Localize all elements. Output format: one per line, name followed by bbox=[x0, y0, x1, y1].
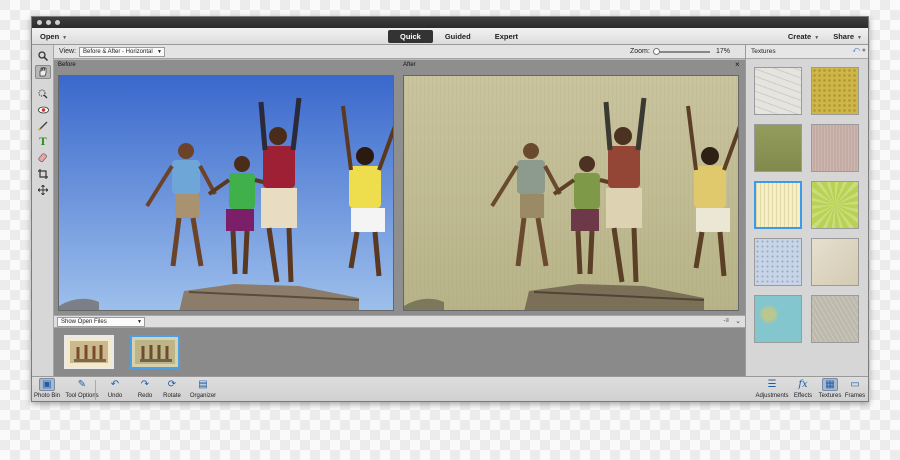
create-menu-label: Create bbox=[787, 32, 812, 41]
rotate-icon: ⟳ bbox=[167, 379, 177, 390]
zoom-value: 17% bbox=[716, 48, 731, 55]
texture-swatch-pink-grain[interactable] bbox=[811, 124, 859, 172]
panel-header: Textures ⤺ ● bbox=[746, 45, 868, 59]
panel-menu-icon[interactable]: -≡ bbox=[724, 318, 730, 324]
zoom-slider[interactable] bbox=[653, 48, 710, 55]
chevron-down-icon: ▼ bbox=[157, 49, 162, 55]
texture-swatch-cracked-white[interactable] bbox=[754, 67, 802, 115]
texture-swatch-beige-wash[interactable] bbox=[811, 238, 859, 286]
red-eye-icon[interactable] bbox=[35, 103, 51, 117]
title-bar bbox=[32, 17, 868, 28]
view-dropdown[interactable]: Before & After - Horizontal ▼ bbox=[79, 47, 165, 57]
chevron-down-icon: ▼ bbox=[814, 35, 820, 41]
textures-panel: Textures ⤺ ● bbox=[745, 45, 868, 376]
undo-icon: ↶ bbox=[110, 379, 120, 390]
photo-thumbnail[interactable] bbox=[130, 335, 180, 369]
taskbar-label: Photo Bin bbox=[34, 393, 61, 399]
menu-right: Create ▼ Share ▼ bbox=[788, 32, 862, 41]
share-menu[interactable]: Share ▼ bbox=[833, 32, 862, 41]
photo-bin-dropdown-value: Show Open Files bbox=[61, 319, 107, 325]
chevron-down-icon: ▼ bbox=[137, 319, 142, 325]
type-tool-icon[interactable]: T bbox=[35, 135, 51, 149]
whiten-teeth-icon[interactable] bbox=[35, 119, 51, 133]
app-window: Open ▼ Quick Guided Expert Create ▼ Share ▼… bbox=[31, 16, 869, 402]
texture-swatch-aqua-grunge[interactable] bbox=[754, 295, 802, 343]
frames-button[interactable]: ▭ Frames bbox=[844, 378, 866, 401]
chevron-down-icon[interactable]: ⌄ bbox=[735, 317, 741, 325]
undo-panel-icon[interactable]: ⤺ ● bbox=[852, 47, 866, 55]
spot-healing-icon[interactable] bbox=[35, 151, 51, 165]
close-icon[interactable]: × bbox=[735, 60, 740, 69]
minimize-window-icon[interactable] bbox=[46, 20, 51, 25]
close-window-icon[interactable] bbox=[37, 20, 42, 25]
taskbar: ▣ Photo Bin ✎ Tool Options ↶ Undo ↷ Redo ⟳ Rotate… bbox=[32, 376, 868, 401]
adjustments-button[interactable]: ☰ Adjustments bbox=[754, 378, 790, 401]
zoom-tool-icon[interactable] bbox=[35, 49, 51, 63]
photo-bin-icon: ▣ bbox=[39, 378, 55, 391]
open-menu-label: Open bbox=[40, 32, 60, 41]
texture-swatch-blue-speckle[interactable] bbox=[754, 238, 802, 286]
tab-quick[interactable]: Quick bbox=[388, 30, 433, 43]
view-dropdown-value: Before & After - Horizontal bbox=[83, 49, 153, 55]
taskbar-label: Adjustments bbox=[755, 393, 789, 399]
tool-options-icon: ✎ bbox=[77, 379, 87, 390]
taskbar-label: Rotate bbox=[163, 393, 181, 399]
chevron-down-icon: ▼ bbox=[857, 35, 862, 41]
before-label: Before bbox=[58, 62, 76, 68]
texture-swatch-lime-burst[interactable] bbox=[811, 181, 859, 229]
effects-icon: fx bbox=[798, 379, 808, 390]
info-icon[interactable]: ● bbox=[862, 47, 866, 54]
textures-button[interactable]: ▦ Textures bbox=[817, 378, 843, 401]
quick-selection-icon[interactable] bbox=[35, 87, 51, 101]
zoom-window-icon[interactable] bbox=[55, 20, 60, 25]
move-tool-icon[interactable] bbox=[35, 183, 51, 197]
photo-thumbnail[interactable] bbox=[64, 335, 114, 369]
create-menu[interactable]: Create ▼ bbox=[788, 32, 819, 41]
taskbar-label: Redo bbox=[137, 393, 153, 399]
photo-bin bbox=[54, 328, 745, 376]
undo-button[interactable]: ↶ Undo bbox=[105, 378, 125, 401]
panel-title: Textures bbox=[751, 48, 776, 55]
taskbar-label: Organizer bbox=[189, 393, 217, 399]
menu-bar: Open ▼ Quick Guided Expert Create ▼ Share ▼ bbox=[32, 28, 868, 45]
taskbar-label: Frames bbox=[844, 393, 866, 399]
after-label: After bbox=[403, 62, 416, 68]
tab-guided[interactable]: Guided bbox=[433, 30, 483, 43]
canvas-area: Before After × bbox=[54, 60, 745, 315]
zoom-slider-knob[interactable] bbox=[653, 48, 660, 55]
textures-icon: ▦ bbox=[822, 378, 838, 391]
taskbar-label: Effects bbox=[793, 393, 813, 399]
texture-swatch-cream-lines[interactable] bbox=[754, 181, 802, 229]
after-image[interactable] bbox=[403, 75, 739, 311]
tool-options-bar: View: Before & After - Horizontal ▼ Zoom… bbox=[54, 45, 745, 59]
taskbar-divider bbox=[95, 380, 96, 400]
rotate-button[interactable]: ⟳ Rotate bbox=[162, 378, 182, 401]
crop-tool-icon[interactable] bbox=[35, 167, 51, 181]
photo-bin-header: Show Open Files ▼ -≡ ⌄ bbox=[54, 315, 745, 328]
organizer-button[interactable]: ▤ Organizer bbox=[188, 378, 218, 401]
before-image[interactable] bbox=[58, 75, 394, 311]
hand-tool-icon[interactable] bbox=[35, 65, 51, 79]
organizer-icon: ▤ bbox=[198, 379, 208, 390]
chevron-down-icon: ▼ bbox=[62, 35, 68, 41]
toolbox: T bbox=[32, 45, 54, 376]
zoom-label: Zoom: bbox=[630, 48, 650, 55]
texture-swatch-grey-stone[interactable] bbox=[811, 295, 859, 343]
photo-bin-button[interactable]: ▣ Photo Bin bbox=[34, 378, 61, 401]
frames-icon: ▭ bbox=[850, 379, 860, 390]
redo-icon: ↷ bbox=[140, 379, 150, 390]
taskbar-label: Textures bbox=[818, 393, 842, 399]
open-menu[interactable]: Open ▼ bbox=[40, 32, 67, 41]
texture-swatch-olive[interactable] bbox=[754, 124, 802, 172]
texture-swatch-gold-dots[interactable] bbox=[811, 67, 859, 115]
redo-button[interactable]: ↷ Redo bbox=[135, 378, 155, 401]
view-label: View: bbox=[59, 48, 76, 55]
mode-switcher: Quick Guided Expert bbox=[388, 30, 530, 43]
share-menu-label: Share bbox=[833, 32, 855, 41]
photo-bin-dropdown[interactable]: Show Open Files ▼ bbox=[57, 317, 145, 327]
effects-button[interactable]: fx Effects bbox=[792, 378, 814, 401]
tab-expert[interactable]: Expert bbox=[483, 30, 530, 43]
taskbar-label: Undo bbox=[107, 393, 123, 399]
adjustments-icon: ☰ bbox=[767, 379, 777, 390]
